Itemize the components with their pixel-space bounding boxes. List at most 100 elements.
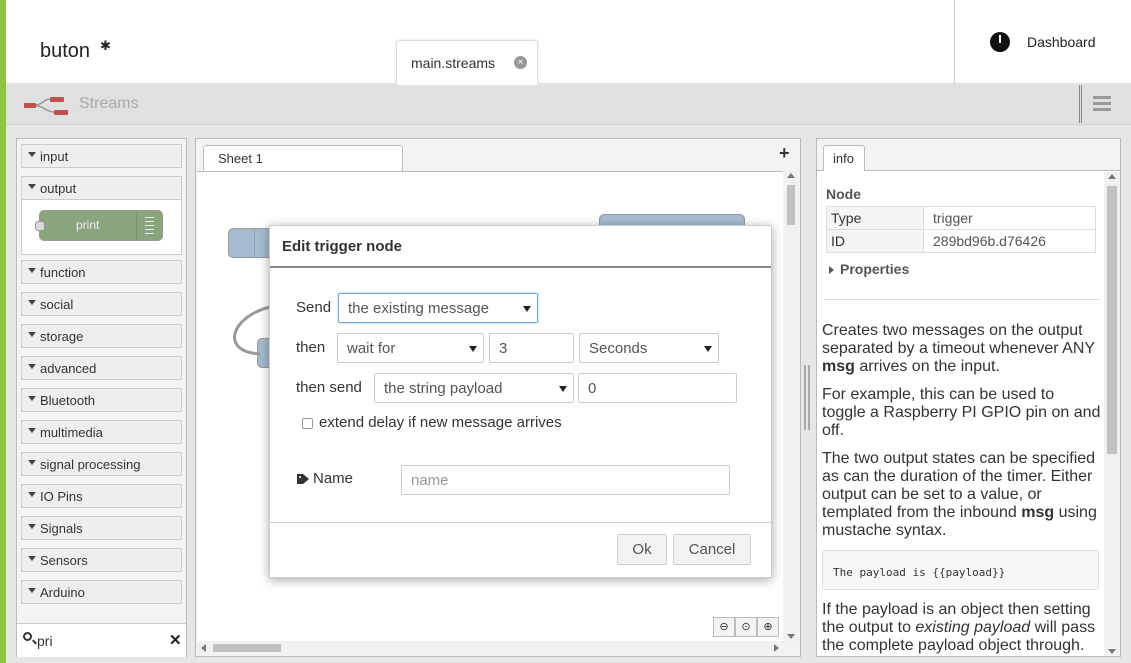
dropdown-arrow-icon [704,346,712,352]
scroll-up-icon[interactable] [787,173,795,178]
palette-category-output[interactable]: output [21,176,182,200]
category-label: function [40,265,86,280]
send-select[interactable]: the existing message [338,293,538,323]
cancel-button[interactable]: Cancel [673,534,751,565]
list-icon [136,211,162,240]
palette-category-storage[interactable]: storage [21,324,182,348]
hamburger-menu-icon[interactable] [1093,96,1111,112]
scroll-down-icon[interactable] [1108,649,1116,654]
then-select-value: wait for [347,340,396,357]
category-label: Sensors [40,553,88,568]
streams-title: Streams [79,95,139,112]
zoom-controls: ⊖ ⊙ ⊕ [713,617,779,637]
properties-toggle[interactable]: Properties [829,261,909,277]
delay-input[interactable]: 3 [489,333,574,363]
extend-delay-checkbox[interactable] [302,418,313,429]
arrow-icon [229,229,255,257]
scroll-left-icon[interactable] [201,644,206,652]
table-row: Type trigger [826,206,1096,230]
then-select[interactable]: wait for [337,333,484,363]
wire-connector [233,305,271,356]
zoom-in-icon[interactable]: ⊕ [757,617,779,637]
send-select-value: the existing message [348,300,489,317]
workspace-horizontal-scrollbar[interactable] [197,641,783,655]
table-row: ID 289bd96b.d76426 [826,229,1096,253]
scroll-thumb[interactable] [213,644,281,652]
palette-search[interactable]: pri ✕ [17,623,186,657]
palette-category-signal-processing[interactable]: signal processing [21,452,182,476]
palette-category-bluetooth[interactable]: Bluetooth [21,388,182,412]
help-paragraph-4: If the payload is an object then setting… [822,601,1096,654]
tab-info[interactable]: info [823,145,865,171]
info-key: ID [826,229,924,253]
dialog-footer-divider [270,522,771,523]
properties-label: Properties [840,261,910,277]
dashboard-link[interactable]: Dashboard [1027,34,1096,50]
close-tab-icon[interactable]: × [514,56,527,69]
send-label: Send [296,299,332,316]
category-label: advanced [40,361,97,376]
file-tab-label: main.streams [411,55,496,71]
caret-down-icon [28,332,36,337]
scroll-thumb[interactable] [1107,186,1117,454]
category-label: Bluetooth [40,393,95,408]
add-sheet-icon[interactable]: + [779,143,790,164]
info-key: Type [826,206,924,230]
sidebar-tabs: info [817,139,1120,171]
caret-down-icon [28,300,36,305]
name-input[interactable]: name [401,465,730,495]
then-send-label: then send [296,379,362,396]
gear-icon[interactable]: ✱ [100,38,111,54]
caret-down-icon [28,428,36,433]
palette-category-input[interactable]: input [21,144,182,168]
palette-category-signals[interactable]: Signals [21,516,182,540]
search-icon [23,632,32,641]
clear-search-icon[interactable]: ✕ [169,631,182,649]
category-label: IO Pins [40,489,83,504]
units-select[interactable]: Seconds [579,333,719,363]
scroll-up-icon[interactable] [1108,174,1116,179]
divider [824,299,1100,300]
help-paragraph-3: The two output states can be specified a… [822,450,1097,539]
scroll-down-icon[interactable] [787,634,795,639]
dashboard-gauge-icon[interactable] [990,32,1010,52]
sidebar-scrollbar[interactable] [1104,172,1120,656]
print-node[interactable]: print [35,210,163,241]
caret-down-icon [28,556,36,561]
palette-category-social[interactable]: social [21,292,182,316]
workspace-vertical-scrollbar[interactable] [784,171,798,641]
sidebar-resize-handle[interactable] [804,365,810,430]
node-section-header: Node [826,186,861,202]
header-divider [954,0,955,84]
category-label: output [40,181,77,196]
tab-sheet-1[interactable]: Sheet 1 [203,145,403,171]
caret-down-icon [28,184,36,189]
palette-category-io-pins[interactable]: IO Pins [21,484,182,508]
caret-down-icon [28,492,36,497]
zoom-reset-icon[interactable]: ⊙ [735,617,757,637]
scroll-thumb[interactable] [787,185,795,225]
palette-category-function[interactable]: function [21,260,182,284]
tag-icon [297,474,309,484]
caret-down-icon [28,364,36,369]
category-label: multimedia [40,425,103,440]
code-sample: The payload is {{payload}} [822,550,1099,590]
category-label: Signals [40,521,83,536]
ok-button[interactable]: Ok [617,534,667,565]
help-paragraph-1: Creates two messages on the output separ… [822,322,1095,375]
info-value: 289bd96b.d76426 [923,229,1096,253]
palette-search-input[interactable]: pri [37,633,53,649]
file-tab-main-streams[interactable]: main.streams × [396,40,538,85]
palette-category-sensors[interactable]: Sensors [21,548,182,572]
zoom-out-icon[interactable]: ⊖ [713,617,735,637]
info-value: trigger [923,206,1096,230]
palette-category-advanced[interactable]: advanced [21,356,182,380]
caret-down-icon [28,268,36,273]
palette-category-arduino[interactable]: Arduino [21,580,182,604]
payload-input[interactable]: 0 [578,373,737,403]
then-label: then [296,339,326,356]
then-send-select[interactable]: the string payload [374,373,574,403]
scroll-right-icon[interactable] [774,644,779,652]
node-input-port[interactable] [35,221,45,231]
palette-category-multimedia[interactable]: multimedia [21,420,182,444]
